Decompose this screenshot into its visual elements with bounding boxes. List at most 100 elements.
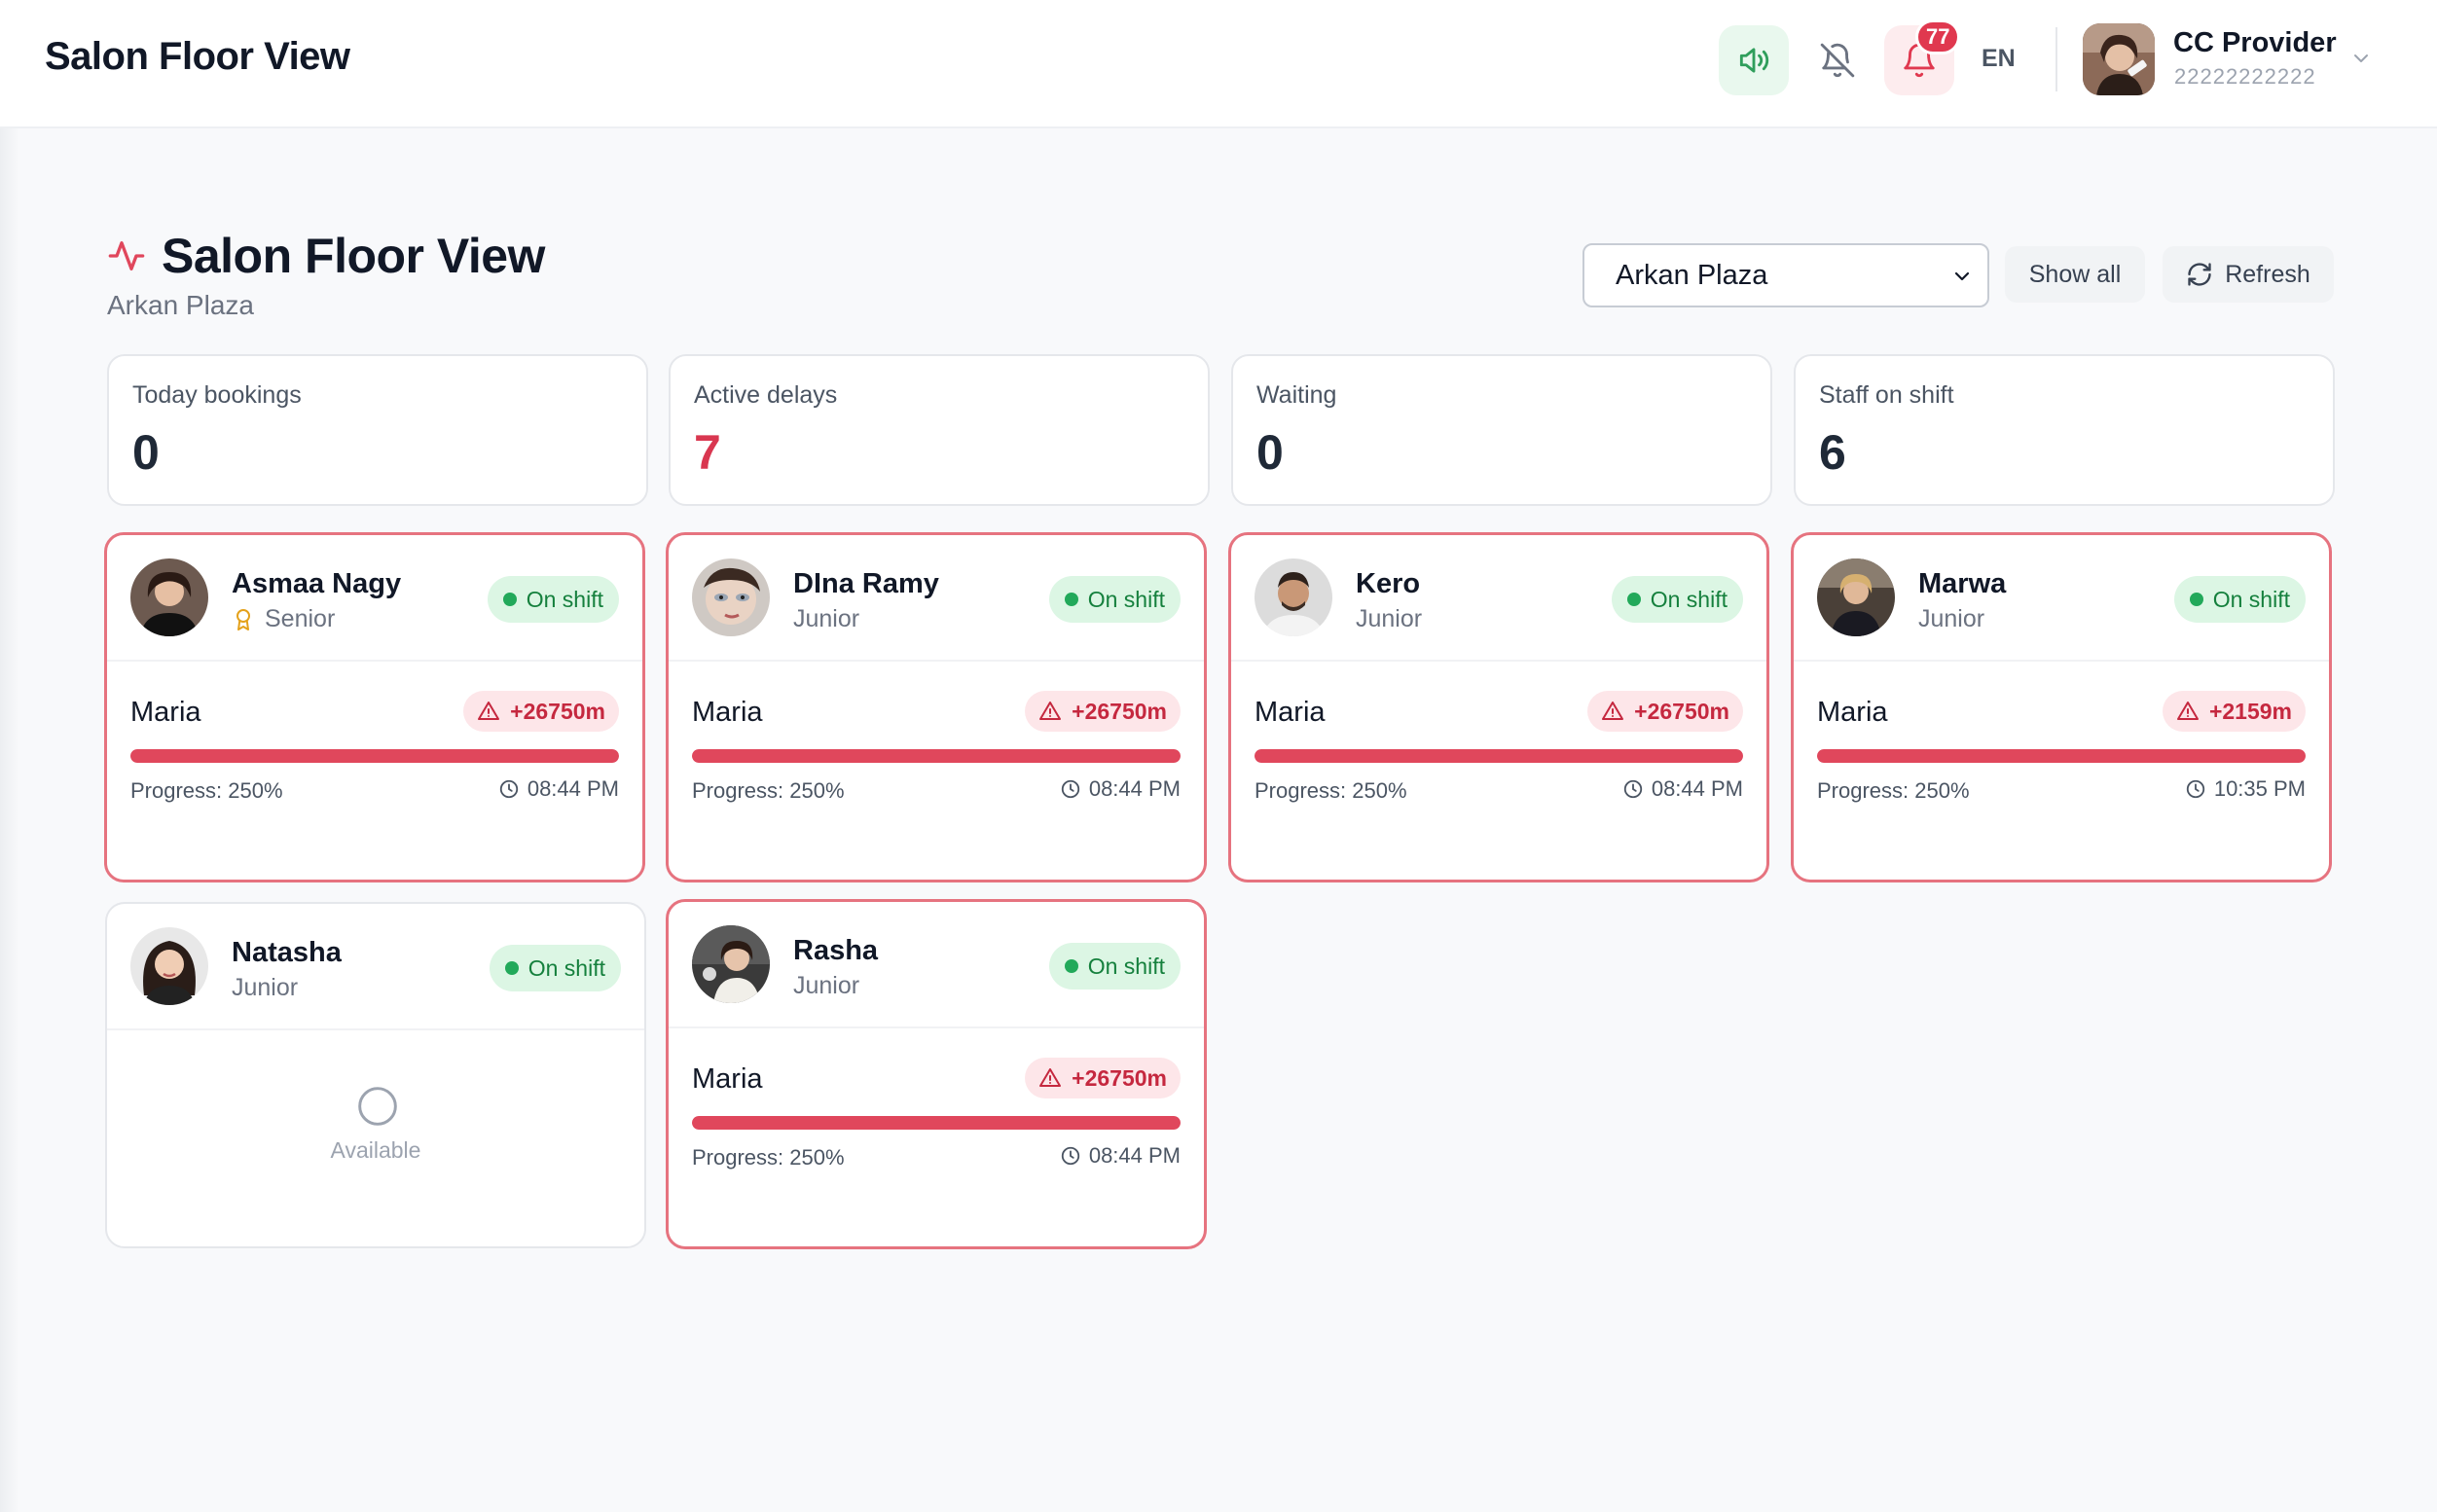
stat-staff-on-shift: Staff on shift 6 [1794, 354, 2335, 506]
staff-level: Junior [793, 605, 859, 633]
mute-notifications-button[interactable] [1802, 25, 1873, 95]
stat-waiting: Waiting 0 [1231, 354, 1772, 506]
progress-label: Progress: 250% [1255, 778, 1407, 803]
client-name: Maria [1255, 697, 1326, 728]
progress-fill [1255, 749, 1743, 763]
staff-level: Junior [232, 974, 298, 1002]
stat-value: 0 [132, 425, 160, 480]
award-icon [236, 608, 250, 630]
staff-name: Natasha [232, 937, 342, 968]
staff-card-header: Natasha Junior On shift [107, 904, 644, 1030]
progress-bar [1255, 749, 1743, 763]
staff-card-marwa[interactable]: Marwa Junior On shift Maria +2159m Progr… [1791, 532, 2332, 882]
chevron-down-icon[interactable] [2349, 47, 2373, 70]
staff-level-label: Junior [1918, 605, 1985, 632]
staff-avatar [1817, 558, 1895, 636]
shift-status-badge: On shift [1048, 943, 1181, 990]
progress-bar [692, 1116, 1181, 1130]
speaker-icon [1739, 48, 1769, 73]
staff-card-header: DIna Ramy Junior On shift [669, 535, 1204, 662]
staff-level-label: Junior [1356, 605, 1423, 632]
progress-bar [692, 749, 1181, 763]
delay-badge: +2159m [2162, 691, 2306, 732]
sound-button[interactable] [1719, 25, 1789, 95]
page-title: Salon Floor View [162, 229, 545, 283]
stat-value: 6 [1819, 425, 1846, 480]
progress-label: Progress: 250% [692, 1145, 845, 1170]
warning-icon [478, 702, 500, 720]
shift-status-label: On shift [526, 586, 603, 612]
clock-icon [2186, 779, 2204, 799]
shift-status-label: On shift [1087, 953, 1165, 979]
progress-bar [1817, 749, 2306, 763]
refresh-label: Refresh [2225, 260, 2310, 288]
staff-card-header: Asmaa Nagy Senior On shift [107, 535, 642, 662]
progress-label: Progress: 250% [692, 778, 845, 803]
status-dot [502, 593, 517, 606]
staff-level-label: Junior [232, 974, 299, 1001]
staff-card-rasha[interactable]: Rasha Junior On shift Maria +26750m Prog… [666, 899, 1207, 1249]
branch-select[interactable]: Arkan Plaza [1582, 243, 1989, 307]
shift-status-label: On shift [1650, 586, 1728, 612]
staff-level-label: Junior [793, 972, 860, 999]
appointment-time: 08:44 PM [1622, 776, 1743, 802]
stat-today-bookings: Today bookings 0 [107, 354, 648, 506]
shift-status-label: On shift [1087, 586, 1165, 612]
progress-fill [692, 1116, 1181, 1130]
user-name[interactable]: CC Provider [2173, 27, 2337, 59]
refresh-icon [2188, 263, 2211, 286]
staff-avatar [692, 925, 770, 1003]
appointment-time: 08:44 PM [498, 776, 619, 802]
progress-label: Progress: 250% [1817, 778, 1970, 803]
stat-label: Staff on shift [1819, 381, 1954, 409]
staff-card-natasha[interactable]: Natasha Junior On shift Available [105, 902, 646, 1248]
left-shade [0, 128, 19, 1512]
notification-count-badge: 77 [1915, 19, 1961, 54]
show-all-button[interactable]: Show all [2005, 246, 2145, 303]
user-avatar[interactable] [2083, 23, 2155, 95]
shift-status-badge: On shift [1611, 576, 1743, 623]
available-label: Available [330, 1137, 421, 1163]
status-dot [1626, 593, 1641, 606]
status-dot [2189, 593, 2203, 606]
staff-name: Rasha [793, 935, 879, 966]
bell-off-icon [1820, 43, 1855, 78]
language-switch[interactable]: EN [1982, 45, 2016, 73]
app-title: Salon Floor View [45, 35, 350, 78]
staff-card-header: Rasha Junior On shift [669, 902, 1204, 1028]
staff-card-kero[interactable]: Kero Junior On shift Maria +26750m Progr… [1228, 532, 1769, 882]
clock-icon [1623, 779, 1642, 799]
shift-status-badge: On shift [487, 576, 619, 623]
clock-icon [1061, 1146, 1079, 1166]
show-all-label: Show all [2028, 260, 2122, 288]
divider [2055, 27, 2057, 91]
shift-status-badge: On shift [1048, 576, 1181, 623]
time-label: 08:44 PM [1651, 776, 1743, 801]
delay-label: +26750m [1634, 698, 1729, 724]
staff-card-header: Marwa Junior On shift [1794, 535, 2329, 662]
clock-icon [1061, 779, 1079, 799]
circle-icon [358, 1087, 397, 1126]
client-name: Maria [130, 697, 201, 728]
staff-level-label: Senior [265, 605, 336, 632]
staff-card-dina-ramy[interactable]: DIna Ramy Junior On shift Maria +26750m … [666, 532, 1207, 882]
appointment-time: 08:44 PM [1060, 1143, 1181, 1169]
chevron-down-icon [1954, 271, 1970, 281]
stat-value: 0 [1256, 425, 1284, 480]
delay-badge: +26750m [1025, 1058, 1181, 1098]
warning-icon [1602, 702, 1624, 720]
delay-label: +26750m [510, 698, 605, 724]
progress-bar [130, 749, 619, 763]
shift-status-badge: On shift [489, 945, 621, 991]
refresh-button[interactable]: Refresh [2163, 246, 2334, 303]
stat-value: 7 [694, 425, 721, 480]
staff-avatar [692, 558, 770, 636]
delay-badge: +26750m [463, 691, 619, 732]
delay-badge: +26750m [1587, 691, 1743, 732]
warning-icon [1039, 1068, 1062, 1087]
warning-icon [1039, 702, 1062, 720]
top-bar: Salon Floor View 77 EN CC Provider 22222… [0, 0, 2437, 128]
staff-card-asmaa-nagy[interactable]: Asmaa Nagy Senior On shift Maria +26750m… [104, 532, 645, 882]
staff-level: Senior [232, 605, 335, 633]
staff-avatar [130, 927, 208, 1005]
